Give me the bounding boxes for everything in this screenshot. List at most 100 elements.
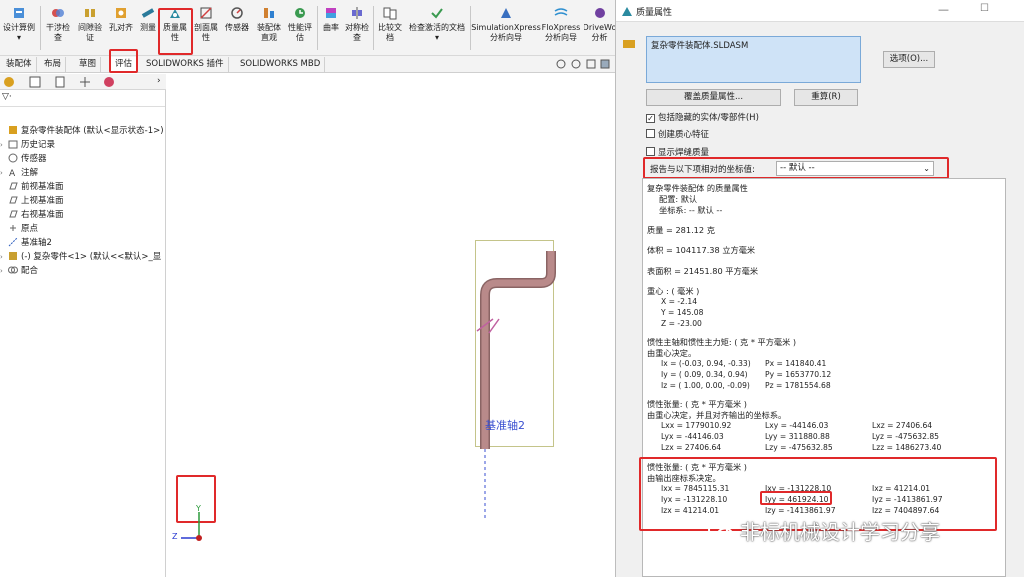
lxx: Lxx = 1779010.92 — [661, 421, 732, 430]
volume-value: 体积 = 104117.38 立方毫米 — [647, 245, 756, 255]
svg-text:A: A — [9, 169, 16, 177]
section-view-icon[interactable] — [600, 59, 610, 69]
tree-toolbar: › — [0, 74, 166, 90]
tree-item-top-plane[interactable]: 上视基准面 — [0, 194, 64, 208]
check-active-document-button[interactable]: 检查激活的文档 ▾ — [406, 4, 468, 54]
curvature-button[interactable]: 曲率 — [320, 4, 342, 54]
feature-manager-icon[interactable] — [3, 76, 15, 88]
options-button[interactable]: 选项(O)... — [883, 51, 935, 68]
simulation-icon — [501, 8, 511, 18]
configuration-manager-icon[interactable] — [54, 76, 66, 88]
tree-item-right-plane[interactable]: 右视基准面 — [0, 208, 64, 222]
dialog-title: 质量属性 — [636, 8, 673, 18]
tree-item-assembly[interactable]: 复杂零件装配体 (默认<显示状态-1>) — [0, 124, 164, 138]
previous-view-icon[interactable] — [586, 59, 596, 69]
expand-arrow-icon[interactable]: › — [157, 76, 161, 86]
clearance-icon — [85, 9, 95, 17]
assembly-visualization-button[interactable]: 装配体 直观 — [255, 4, 283, 54]
floxpress-button[interactable]: FloXpress 分析向导 — [541, 4, 581, 54]
include-hidden-checkbox[interactable]: ✓ 包括隐藏的实体/零部件(H) — [646, 112, 759, 124]
driveworks-button[interactable]: DriveWo 分析 — [584, 4, 615, 54]
property-manager-icon[interactable] — [29, 76, 41, 88]
tree-item-annotations[interactable]: › A 注解 — [0, 166, 38, 180]
tree-item-history[interactable]: › 历史记录 — [0, 138, 55, 152]
tensor1-title: 惯性张量: ( 克 * 平方毫米 ) — [647, 399, 747, 409]
section-properties-button[interactable]: 剖面属性 — [192, 4, 220, 54]
curvature-icon — [326, 8, 336, 18]
design-study-icon — [14, 8, 24, 18]
evaluate-tab-highlight — [109, 49, 138, 73]
clearance-verification-button[interactable]: 间隙验证 — [76, 4, 104, 54]
create-com-checkbox[interactable]: 创建质心特征 — [646, 129, 709, 141]
symmetry-check-button[interactable]: 对称检查 — [343, 4, 371, 54]
filter-icon[interactable]: ▽· — [2, 92, 12, 102]
tree-item-mates[interactable]: › 配合 — [0, 264, 38, 278]
axis-icon — [8, 237, 18, 247]
recalculate-button[interactable]: 重算(R) — [794, 89, 858, 106]
ix-line: Ix = (-0.03, 0.94, -0.33) — [661, 359, 751, 368]
com-z: Z = -23.00 — [661, 319, 702, 328]
lyx: Lyx = -44146.03 — [661, 432, 724, 441]
interference-check-button[interactable]: 干涉检查 — [44, 4, 72, 54]
driveworks-icon — [594, 8, 605, 18]
py-line: Py = 1653770.12 — [765, 370, 832, 379]
coordinate-highlight — [643, 157, 949, 179]
com-x: X = -2.14 — [661, 297, 698, 306]
iy-line: Iy = ( 0.09, 0.34, 0.94) — [661, 370, 748, 379]
maximize-icon[interactable]: ☐ — [980, 3, 989, 14]
lzy: Lzy = -475632.85 — [765, 443, 833, 452]
hole-align-icon — [116, 8, 126, 18]
results-heading: 复杂零件装配体 的质量属性 — [647, 183, 748, 193]
symmetry-icon — [352, 7, 362, 19]
tab-solidworks-addins[interactable]: SOLIDWORKS 插件 — [142, 57, 229, 72]
tab-layout[interactable]: 布局 — [40, 57, 67, 72]
sensor-button[interactable]: 传感器 — [223, 4, 251, 54]
flow-icon — [554, 8, 568, 16]
pipe-model[interactable] — [467, 249, 567, 519]
minimize-icon[interactable]: — — [938, 3, 949, 16]
assembly-icon — [9, 126, 17, 134]
iyy-highlight — [760, 491, 832, 505]
origin-icon — [10, 225, 16, 231]
display-manager-icon[interactable] — [103, 76, 115, 88]
tree-item-part[interactable]: › (-) 复杂零件<1> (默认<<默认>_显 — [0, 250, 166, 264]
tab-assembly[interactable]: 装配体 — [2, 57, 37, 72]
tree-item-axis2[interactable]: 基准轴2 — [0, 236, 52, 250]
override-mass-properties-button[interactable]: 覆盖质量属性... — [646, 89, 781, 106]
sensor-icon — [231, 7, 243, 19]
coordsys-line: 坐标系: -- 默认 -- — [659, 205, 723, 215]
annotation-icon: A — [9, 169, 16, 177]
design-study-button[interactable]: 设计算例 ▾ — [2, 4, 36, 54]
command-tabs: 装配体 布局 草图 评估 SOLIDWORKS 插件 SOLIDWORKS MB… — [0, 49, 615, 73]
graphics-area[interactable]: 基准轴2 Y Z — [167, 74, 615, 577]
lyz: Lyz = -475632.85 — [872, 432, 940, 441]
compare-documents-button[interactable]: 比较文档 — [376, 4, 404, 54]
measure-button[interactable]: 测量 — [137, 4, 159, 54]
plane-icon — [9, 182, 18, 190]
checkbox-checked-icon[interactable]: ✓ — [646, 114, 655, 123]
zoom-area-icon[interactable] — [571, 59, 581, 69]
check-document-icon — [431, 8, 443, 19]
watermark: 非标机械设计学习分享 — [708, 516, 940, 545]
tab-solidworks-mbd[interactable]: SOLIDWORKS MBD — [236, 57, 326, 72]
performance-evaluation-button[interactable]: 性能评估 — [286, 4, 314, 54]
lyy: Lyy = 311880.88 — [765, 432, 830, 441]
tree-item-front-plane[interactable]: 前视基准面 — [0, 180, 64, 194]
feature-manager-tree: › ▽· 复杂零件装配体 (默认<显示状态-1>) › 历史记录 传感器 › A 注解… — [0, 74, 166, 577]
command-manager-ribbon: 设计算例 ▾ 干涉检查 间隙验证 孔对齐 测量 质量属性 剖面属性 传感器 装配体… — [0, 0, 615, 56]
simulationxpress-button[interactable]: SimulationXpress 分析向导 — [471, 4, 541, 54]
zoom-icon[interactable] — [556, 59, 566, 69]
tree-item-origin[interactable]: 原点 — [0, 222, 38, 236]
dialog-titlebar: 质量属性 — ☐ — [616, 0, 1024, 22]
selected-file[interactable]: 复杂零件装配体.SLDASM — [651, 41, 748, 51]
com-y: Y = 145.08 — [661, 308, 704, 317]
tab-sketch[interactable]: 草图 — [75, 57, 102, 72]
selection-icon — [623, 40, 635, 48]
performance-icon — [295, 8, 305, 18]
lzz: Lzz = 1486273.40 — [872, 443, 942, 452]
hole-alignment-button[interactable]: 孔对齐 — [107, 4, 135, 54]
selected-items-list[interactable]: 复杂零件装配体.SLDASM — [646, 36, 861, 83]
tree-item-sensors[interactable]: 传感器 — [0, 152, 47, 166]
dimxpert-icon[interactable] — [79, 76, 91, 88]
lxz: Lxz = 27406.64 — [872, 421, 933, 430]
